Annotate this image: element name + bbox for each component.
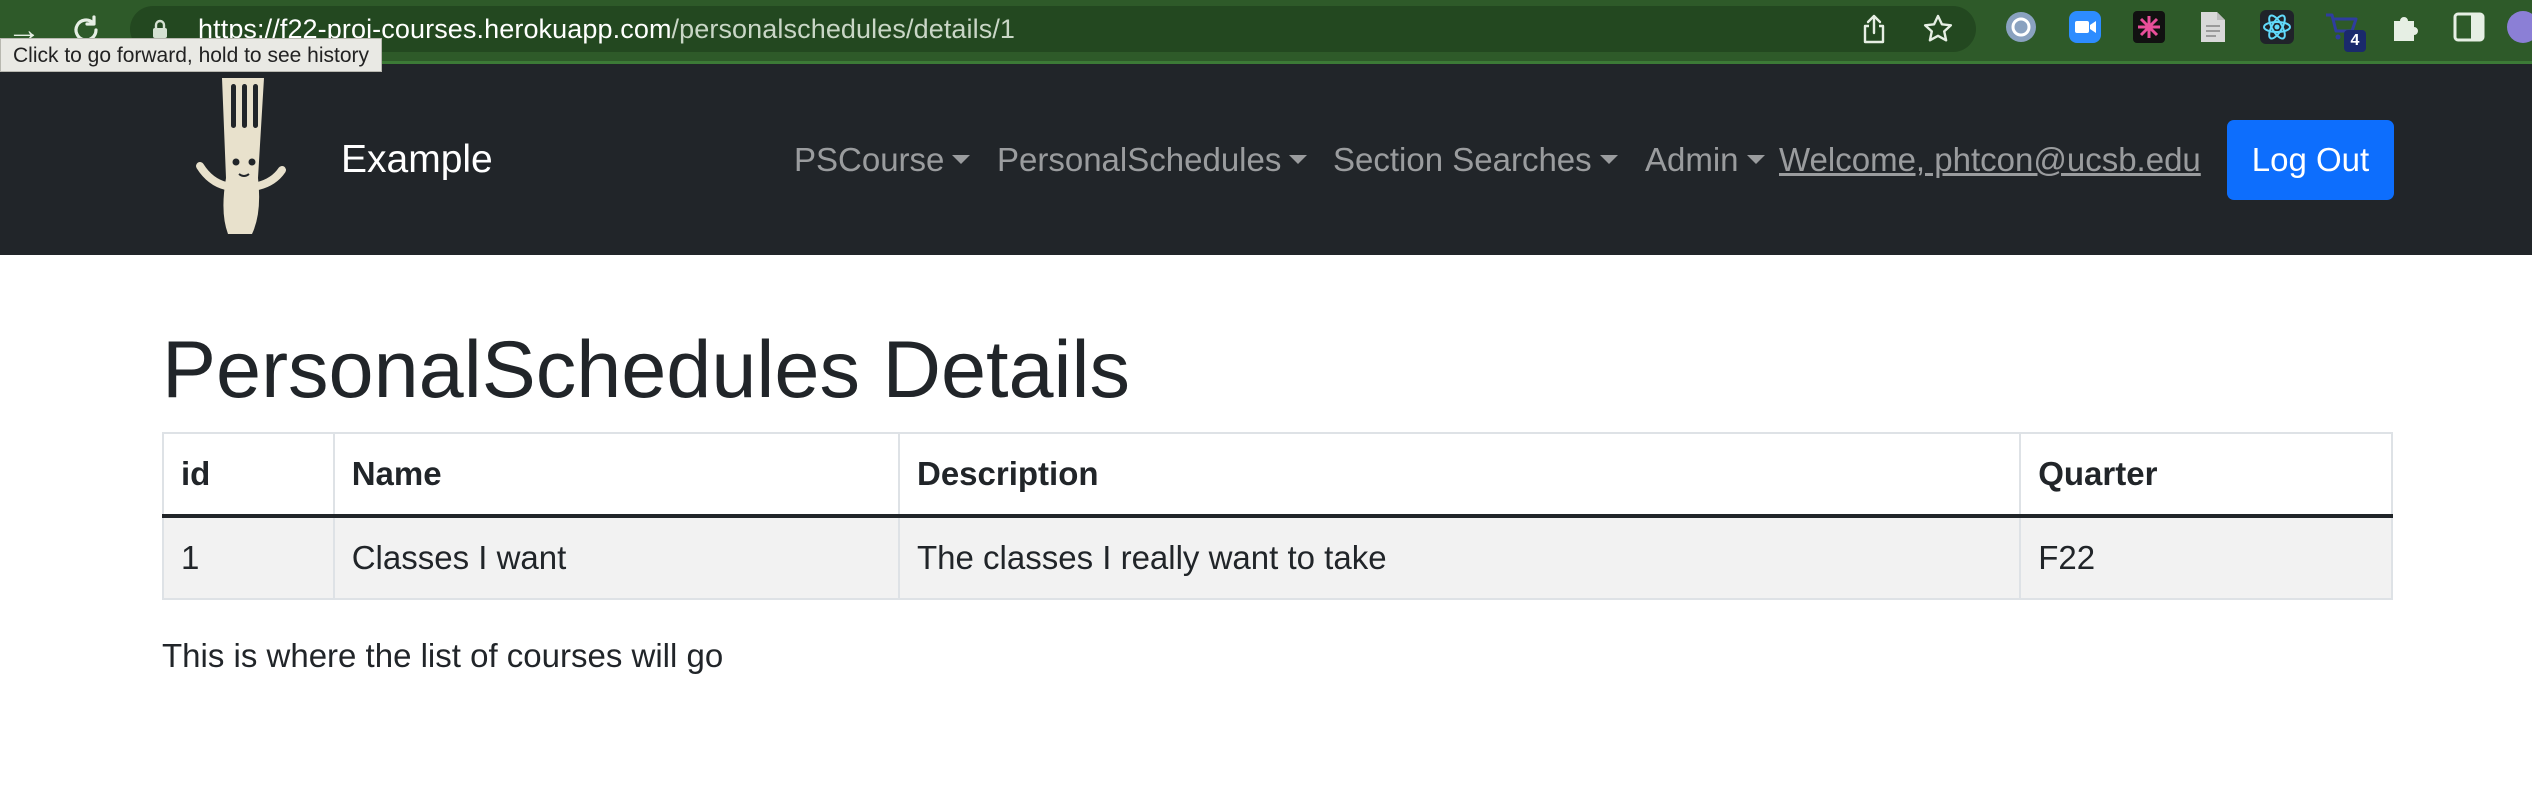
bookmark-star-icon[interactable]	[1920, 11, 1956, 47]
profile-avatar-icon[interactable]	[2506, 10, 2532, 44]
nav-menu-personalschedules[interactable]: PersonalSchedules	[997, 64, 1308, 255]
caret-down-icon	[952, 154, 971, 164]
cart-extension-icon[interactable]: 4	[2324, 10, 2366, 52]
nav-menu-pscourse[interactable]: PSCourse	[794, 64, 971, 255]
nav-menu-label: Section Searches	[1333, 141, 1592, 178]
column-header-id[interactable]: id	[162, 432, 335, 518]
fork-mascot-logo[interactable]	[192, 78, 292, 238]
url-path: /personalschedules/details/1	[671, 14, 1016, 44]
nav-menu-label: Admin	[1645, 141, 1739, 178]
column-header-description[interactable]: Description	[897, 432, 2022, 518]
cart-badge: 4	[2344, 30, 2366, 52]
nav-menu-section-searches[interactable]: Section Searches	[1333, 64, 1618, 255]
nav-menu-admin[interactable]: Admin	[1645, 64, 1765, 255]
address-bar[interactable]: https://f22-proj-courses.herokuapp.com/p…	[130, 6, 1976, 52]
forward-tooltip: Click to go forward, hold to see history	[0, 38, 382, 72]
page-title: PersonalSchedules Details	[162, 325, 1131, 415]
caret-down-icon	[1599, 154, 1618, 164]
side-panel-icon[interactable]	[2452, 10, 2486, 44]
share-icon[interactable]	[1856, 11, 1892, 47]
extensions-puzzle-icon[interactable]	[2388, 10, 2422, 44]
cell-name: Classes I want	[332, 515, 901, 600]
nav-menu-label: PSCourse	[794, 141, 945, 178]
column-header-name[interactable]: Name	[332, 432, 901, 518]
logout-button[interactable]: Log Out	[2227, 120, 2394, 200]
cell-quarter: F22	[2019, 515, 2393, 600]
courses-placeholder-text: This is where the list of courses will g…	[162, 637, 724, 674]
caret-down-icon	[1746, 154, 1765, 164]
brand-name[interactable]: Example	[341, 64, 493, 255]
document-extension-icon[interactable]	[2196, 10, 2230, 44]
spark-extension-icon[interactable]	[2132, 10, 2166, 44]
details-table: id Name Description Quarter 1 Classes I …	[162, 432, 2393, 600]
cell-id: 1	[162, 515, 335, 600]
lock-icon[interactable]	[150, 19, 170, 39]
cell-description: The classes I really want to take	[897, 515, 2022, 600]
app-navbar: Example PSCourse PersonalSchedules Secti…	[0, 64, 2532, 255]
column-header-quarter[interactable]: Quarter	[2019, 432, 2393, 518]
caret-down-icon	[1289, 154, 1308, 164]
table-header-row: id Name Description Quarter	[162, 432, 2393, 518]
welcome-user-link[interactable]: Welcome, phtcon@ucsb.edu	[1779, 64, 2201, 255]
nav-menu-label: PersonalSchedules	[997, 141, 1282, 178]
zoom-extension-icon[interactable]	[2068, 10, 2102, 44]
react-devtools-icon[interactable]	[2260, 10, 2294, 44]
table-row: 1 Classes I want The classes I really wa…	[162, 515, 2393, 600]
extension-sync-icon[interactable]	[2004, 10, 2038, 44]
